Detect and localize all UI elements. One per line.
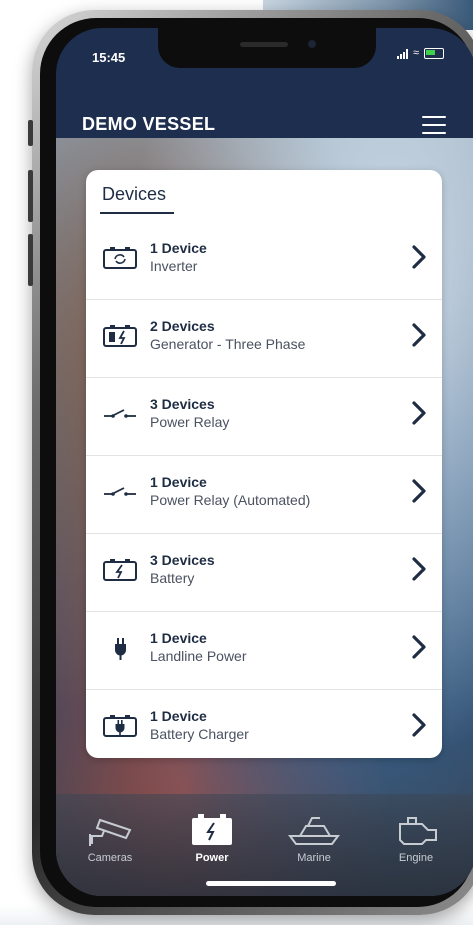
inverter-icon <box>103 247 137 269</box>
relay-icon <box>104 487 136 496</box>
device-row-generator[interactable]: 2 Devices Generator - Three Phase <box>86 300 442 378</box>
device-row-battery-charger[interactable]: 1 Device Battery Charger <box>86 690 442 758</box>
chevron-right-icon <box>412 479 426 503</box>
engine-icon <box>399 817 437 845</box>
chevron-right-icon <box>412 323 426 347</box>
camera-icon <box>89 818 132 846</box>
tab-label: Marine <box>297 852 331 864</box>
home-indicator[interactable] <box>206 881 336 886</box>
status-time: 15:45 <box>92 50 126 65</box>
app-screen: 15:45 ≈ DEMO VESSEL Devices 1 Device Inv… <box>56 28 473 896</box>
tab-label: Power <box>195 852 229 864</box>
device-count: 1 Device <box>150 630 207 646</box>
chevron-right-icon <box>412 245 426 269</box>
tab-power[interactable]: Power <box>172 812 252 864</box>
device-count: 3 Devices <box>150 396 215 412</box>
phone-notch <box>158 28 376 68</box>
device-type: Power Relay (Automated) <box>150 492 311 508</box>
device-type: Battery <box>150 570 195 586</box>
vessel-title: DEMO VESSEL <box>82 114 216 134</box>
generator-icon <box>103 325 137 347</box>
devices-card: Devices 1 Device Inverter 2 Devices Gene… <box>86 170 442 758</box>
hamburger-menu-icon[interactable] <box>422 116 446 134</box>
battery-icon <box>103 559 137 581</box>
chevron-right-icon <box>412 635 426 659</box>
relay-icon <box>104 409 136 418</box>
boat-icon <box>288 817 340 845</box>
speaker-grille <box>240 42 288 47</box>
volume-up-button <box>28 170 33 222</box>
device-type: Landline Power <box>150 648 247 664</box>
signal-icon <box>396 48 408 59</box>
device-type: Power Relay <box>150 414 230 430</box>
device-row-battery[interactable]: 3 Devices Battery <box>86 534 442 612</box>
device-count: 1 Device <box>150 240 207 256</box>
app-header: DEMO VESSEL <box>56 108 473 142</box>
volume-down-button <box>28 234 33 286</box>
tab-marine[interactable]: Marine <box>274 812 354 864</box>
mute-switch <box>28 120 33 146</box>
device-type: Battery Charger <box>150 726 249 742</box>
status-icons: ≈ <box>396 47 444 59</box>
devices-title-underline <box>100 212 174 214</box>
device-count: 1 Device <box>150 474 207 490</box>
devices-title: Devices <box>102 184 167 204</box>
device-row-inverter[interactable]: 1 Device Inverter <box>86 222 442 300</box>
tab-engine[interactable]: Engine <box>376 812 456 864</box>
device-row-landline-power[interactable]: 1 Device Landline Power <box>86 612 442 690</box>
plug-icon <box>115 638 126 660</box>
device-count: 1 Device <box>150 708 207 724</box>
front-camera <box>308 40 316 48</box>
device-row-power-relay[interactable]: 3 Devices Power Relay <box>86 378 442 456</box>
power-battery-icon <box>192 814 232 845</box>
bottom-tab-bar: Cameras Power Marine Engine <box>56 794 473 896</box>
device-row-power-relay-automated[interactable]: 1 Device Power Relay (Automated) <box>86 456 442 534</box>
chevron-right-icon <box>412 713 426 737</box>
device-count: 3 Devices <box>150 552 215 568</box>
wifi-icon: ≈ <box>412 47 419 59</box>
device-count: 2 Devices <box>150 318 215 334</box>
tab-cameras[interactable]: Cameras <box>70 812 150 864</box>
device-list: 1 Device Inverter 2 Devices Generator - … <box>86 222 442 758</box>
tab-label: Engine <box>398 852 434 864</box>
tab-label: Cameras <box>87 852 133 864</box>
chevron-right-icon <box>412 557 426 581</box>
chevron-right-icon <box>412 401 426 425</box>
battery-status-icon <box>424 48 444 59</box>
battery-charger-icon <box>103 715 137 737</box>
device-type: Generator - Three Phase <box>150 336 306 352</box>
device-type: Inverter <box>150 258 198 274</box>
